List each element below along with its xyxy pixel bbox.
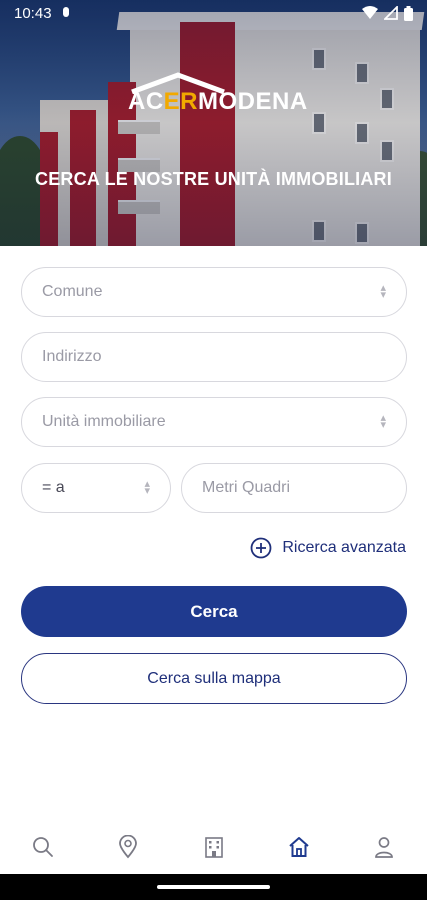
acer-modena-logo: ACERMODENA (128, 72, 307, 116)
logo-text-modena: MODENA (198, 88, 308, 115)
nav-item-home[interactable] (256, 820, 341, 874)
signal-icon (384, 6, 398, 20)
gesture-handle[interactable] (157, 885, 270, 889)
hero-title: CERCA LE NOSTRE UNITÀ IMMOBILIARI (35, 169, 392, 189)
operator-value: = a (42, 479, 65, 496)
logo-text-er: ER (163, 88, 199, 115)
comune-select[interactable]: Comune ▴ ▾ (21, 267, 407, 317)
indirizzo-input[interactable]: Indirizzo (21, 332, 407, 382)
nav-item-search[interactable] (0, 820, 85, 874)
search-icon (32, 837, 53, 857)
nav-item-map[interactable] (85, 820, 170, 874)
unita-immobiliare-select[interactable]: Unità immobiliare ▴ ▾ (21, 397, 407, 447)
plus-circle-icon (250, 537, 272, 559)
status-bar: 10:43 (0, 0, 427, 26)
indirizzo-placeholder: Indirizzo (42, 348, 102, 365)
sort-arrows-icon: ▴ ▾ (380, 282, 386, 301)
bottom-navigation (0, 820, 427, 874)
advanced-search-link[interactable]: Ricerca avanzata (250, 537, 406, 559)
metri-placeholder: Metri Quadri (202, 479, 291, 496)
comune-placeholder: Comune (42, 283, 103, 300)
operator-select[interactable]: = a ▴ ▾ (21, 463, 171, 513)
search-button[interactable]: Cerca (21, 586, 407, 637)
logo-text: ACERMODENA (128, 88, 308, 116)
status-time: 10:43 (14, 4, 52, 22)
logo-text-ac: AC (128, 88, 164, 115)
unita-placeholder: Unità immobiliare (42, 413, 166, 430)
status-icons (362, 5, 413, 21)
hero-overlay (0, 0, 427, 246)
location-pin-icon (119, 835, 138, 859)
wifi-icon (362, 6, 378, 19)
nav-item-buildings[interactable] (171, 820, 256, 874)
metri-quadri-input[interactable]: Metri Quadri (181, 463, 407, 513)
sort-arrows-icon: ▴ ▾ (380, 412, 386, 431)
battery-icon (404, 5, 413, 21)
sort-arrows-icon: ▴ ▾ (144, 478, 150, 497)
home-icon (289, 837, 309, 857)
notification-dot-icon (62, 6, 70, 21)
map-search-button[interactable]: Cerca sulla mappa (21, 653, 407, 704)
hero-banner: ACERMODENA CERCA LE NOSTRE UNITÀ IMMOBIL… (0, 0, 427, 246)
nav-item-profile[interactable] (342, 820, 427, 874)
advanced-search-label: Ricerca avanzata (282, 539, 406, 556)
system-gesture-bar (0, 874, 427, 900)
building-icon (204, 837, 223, 858)
user-icon (375, 837, 394, 858)
